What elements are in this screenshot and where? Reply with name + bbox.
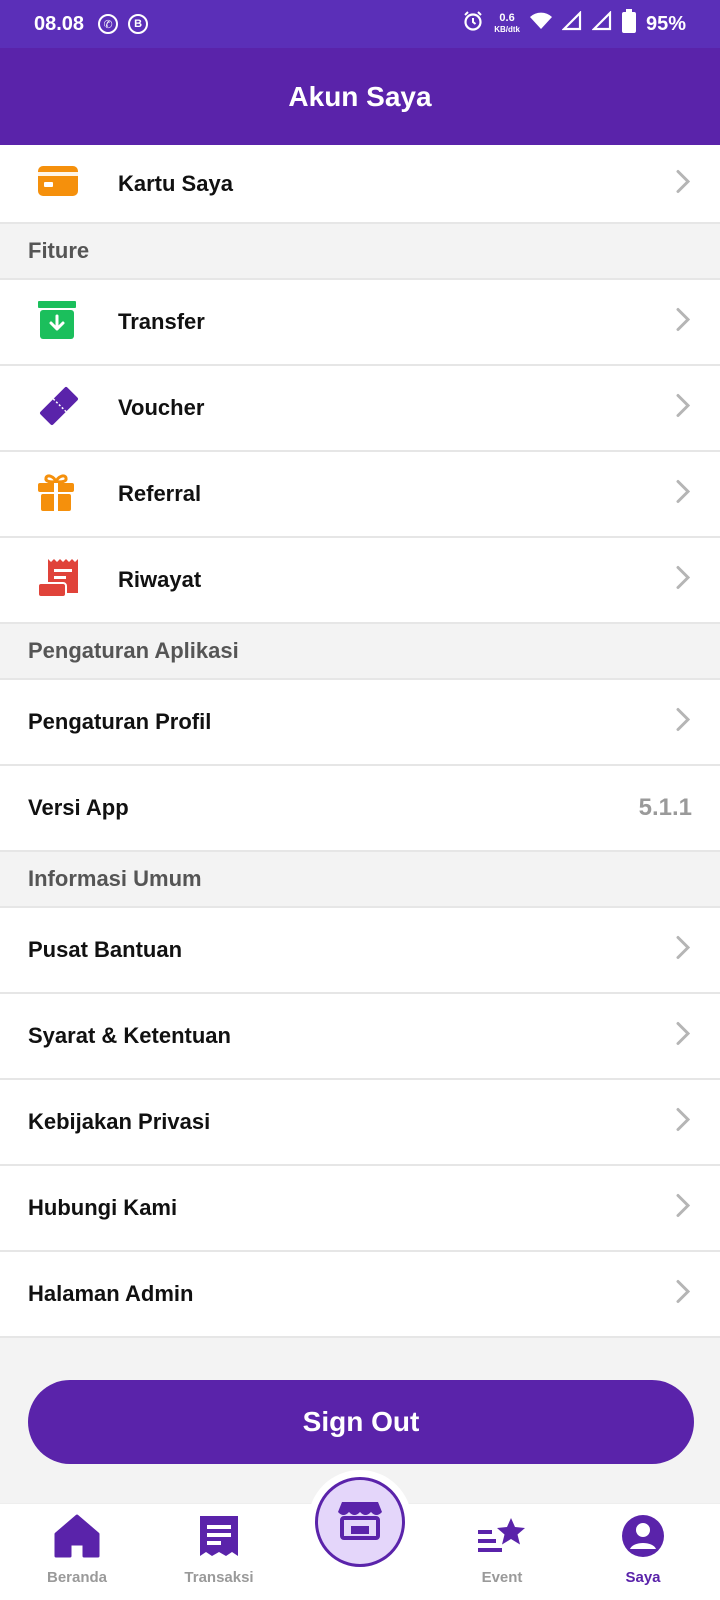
store-fab-container — [308, 1470, 412, 1574]
event-star-icon — [478, 1514, 526, 1563]
net-speed: 0.6 KB/dtk — [494, 12, 520, 35]
signal-icon — [561, 10, 582, 37]
battery-percent: 95% — [645, 12, 686, 35]
nav-label: Beranda — [46, 1569, 108, 1586]
menu-item-label: Versi App — [28, 795, 129, 820]
status-time: 08.08 — [34, 12, 85, 35]
transaction-icon — [198, 1514, 240, 1563]
menu-item-label: Riwayat — [118, 567, 202, 592]
menu-item-label: Halaman Admin — [28, 1281, 194, 1306]
nav-label: Saya — [625, 1569, 661, 1586]
section-header-fiture: Fiture — [0, 224, 720, 280]
page-title: Akun Saya — [288, 80, 432, 112]
account-menu: Kartu Saya Fiture Transfer Voucher Refer… — [0, 145, 720, 1338]
menu-item-label: Kartu Saya — [118, 170, 233, 196]
chevron-right-icon — [676, 394, 691, 423]
menu-item-syarat-ketentuan[interactable]: Syarat & Ketentuan — [0, 994, 720, 1080]
menu-item-pusat-bantuan[interactable]: Pusat Bantuan — [0, 908, 720, 994]
menu-item-voucher[interactable]: Voucher — [0, 366, 720, 452]
menu-item-label: Transfer — [118, 309, 205, 334]
app-version-value: 5.1.1 — [638, 794, 692, 821]
whatsapp-icon: ✆ — [98, 14, 119, 34]
chevron-right-icon — [676, 1194, 691, 1223]
chevron-right-icon — [676, 1280, 691, 1309]
menu-item-hubungi-kami[interactable]: Hubungi Kami — [0, 1166, 720, 1252]
sign-out-container: Sign Out — [28, 1380, 694, 1464]
menu-item-versi-app: Versi App 5.1.1 — [0, 766, 720, 852]
receipt-icon — [37, 558, 78, 602]
wifi-icon — [529, 12, 552, 36]
menu-item-label: Kebijakan Privasi — [28, 1109, 211, 1134]
alarm-icon — [462, 10, 484, 38]
chevron-right-icon — [676, 566, 691, 595]
menu-item-label: Syarat & Ketentuan — [28, 1023, 231, 1048]
store-fab-button[interactable] — [315, 1477, 405, 1567]
transfer-icon — [38, 300, 76, 344]
gift-icon — [38, 473, 74, 516]
menu-item-label: Referral — [118, 481, 202, 506]
menu-item-transfer[interactable]: Transfer — [0, 280, 720, 366]
menu-item-label: Pusat Bantuan — [28, 937, 183, 962]
section-header-general-info: Informasi Umum — [0, 852, 720, 908]
card-icon — [38, 166, 78, 201]
home-icon — [54, 1514, 100, 1563]
menu-item-kebijakan-privasi[interactable]: Kebijakan Privasi — [0, 1080, 720, 1166]
signal-icon-2 — [591, 10, 612, 37]
chevron-right-icon — [676, 169, 691, 198]
nav-item-transaksi[interactable]: Transaksi — [159, 1514, 279, 1586]
menu-item-label: Pengaturan Profil — [28, 709, 212, 734]
chevron-right-icon — [676, 1108, 691, 1137]
nav-item-event[interactable]: Event — [442, 1514, 562, 1586]
chevron-right-icon — [676, 480, 691, 509]
chevron-right-icon — [676, 1022, 691, 1051]
status-bar: 08.08 ✆ B 0.6 KB/dtk 95% — [0, 0, 720, 48]
chevron-right-icon — [676, 308, 691, 337]
nav-item-saya[interactable]: Saya — [583, 1514, 703, 1586]
menu-item-referral[interactable]: Referral — [0, 452, 720, 538]
chevron-right-icon — [676, 936, 691, 965]
profile-icon — [621, 1514, 665, 1563]
menu-item-halaman-admin[interactable]: Halaman Admin — [0, 1252, 720, 1338]
chevron-right-icon — [676, 708, 691, 737]
sign-out-button[interactable]: Sign Out — [28, 1380, 694, 1464]
nav-label: Event — [481, 1569, 523, 1586]
nav-label: Transaksi — [184, 1569, 254, 1586]
section-header-app-settings: Pengaturan Aplikasi — [0, 624, 720, 680]
menu-item-riwayat[interactable]: Riwayat — [0, 538, 720, 624]
menu-item-pengaturan-profil[interactable]: Pengaturan Profil — [0, 680, 720, 766]
app-bar: Akun Saya — [0, 48, 720, 145]
menu-item-label: Hubungi Kami — [28, 1195, 178, 1220]
battery-icon — [621, 9, 636, 39]
menu-item-label: Voucher — [118, 395, 205, 420]
b-notification-icon: B — [128, 14, 149, 34]
store-icon — [338, 1500, 382, 1545]
menu-item-kartu-saya[interactable]: Kartu Saya — [0, 145, 720, 224]
nav-item-beranda[interactable]: Beranda — [17, 1514, 137, 1586]
voucher-icon — [38, 385, 80, 432]
